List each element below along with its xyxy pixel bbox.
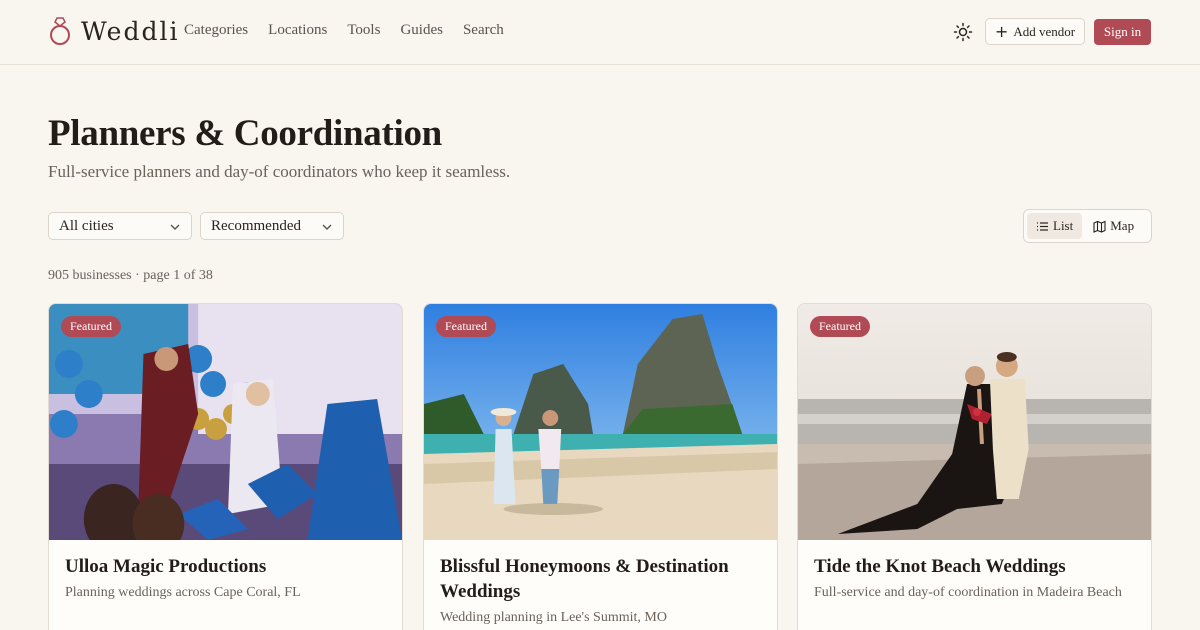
- vendor-name[interactable]: Ulloa Magic Productions: [65, 554, 386, 579]
- card-body: Ulloa Magic Productions Planning wedding…: [65, 554, 386, 601]
- page-subtitle: Full-service planners and day-of coordin…: [48, 162, 511, 181]
- card-body: Blissful Honeymoons & Destination Weddin…: [440, 554, 761, 626]
- list-view-button[interactable]: List: [1027, 213, 1083, 239]
- sign-in-button[interactable]: Sign in: [1094, 19, 1151, 45]
- result-count: 905 businesses · page 1 of 38: [48, 268, 213, 283]
- vendor-card[interactable]: Featured Ulloa Magic Productions Plannin…: [48, 303, 403, 630]
- nav-item-categories[interactable]: Categories: [184, 22, 248, 39]
- vendor-photo: [49, 304, 402, 540]
- vendor-name[interactable]: Blissful Honeymoons & Destination Weddin…: [440, 554, 761, 604]
- nav-item-guides[interactable]: Guides: [400, 22, 443, 39]
- sort-select[interactable]: Recommended: [200, 212, 344, 240]
- vendor-description: Planning weddings across Cape Coral, FL: [65, 585, 301, 600]
- logo[interactable]: Weddli: [48, 16, 179, 46]
- map-view-label: Map: [1110, 218, 1135, 233]
- site-header: Weddli Categories Locations Tools Guides…: [0, 0, 1200, 65]
- vendor-photo: [424, 304, 777, 540]
- view-toggle: List Map: [1023, 209, 1152, 243]
- main-nav: Categories Locations Tools Guides Search: [184, 22, 504, 39]
- vendor-description: Wedding planning in Lee's Summit, MO: [440, 610, 667, 625]
- nav-item-search[interactable]: Search: [463, 22, 504, 39]
- add-vendor-label: Add vendor: [1013, 23, 1076, 39]
- vendor-photo: [798, 304, 1151, 540]
- chevron-down-icon: [170, 224, 180, 230]
- featured-badge: Featured: [436, 316, 496, 337]
- list-view-label: List: [1053, 218, 1074, 233]
- city-select-value: All cities: [59, 217, 114, 234]
- page-title: Planners & Coordination: [48, 113, 442, 154]
- vendor-description: Full-service and day-of coordination in …: [814, 585, 1122, 600]
- add-vendor-button[interactable]: + Add vendor: [985, 18, 1085, 45]
- list-icon: [1037, 221, 1048, 231]
- featured-badge: Featured: [61, 316, 121, 337]
- theme-toggle-button[interactable]: [953, 22, 973, 42]
- vendor-card[interactable]: Featured Blissful Honeymoons & Destinati…: [423, 303, 778, 630]
- sort-select-value: Recommended: [211, 217, 301, 234]
- map-view-button[interactable]: Map: [1084, 213, 1143, 239]
- nav-item-tools[interactable]: Tools: [347, 22, 380, 39]
- chevron-down-icon: [322, 224, 332, 230]
- sun-icon: [953, 22, 973, 42]
- vendor-card[interactable]: Featured Tide the Knot Beach Weddings Fu…: [797, 303, 1152, 630]
- plus-icon: +: [994, 21, 1009, 41]
- brand-name: Weddli: [81, 16, 180, 46]
- map-icon: [1093, 220, 1106, 233]
- vendor-name[interactable]: Tide the Knot Beach Weddings: [814, 554, 1135, 579]
- city-select[interactable]: All cities: [48, 212, 192, 240]
- featured-badge: Featured: [810, 316, 870, 337]
- nav-item-locations[interactable]: Locations: [268, 22, 327, 39]
- ring-icon: [50, 17, 70, 45]
- card-body: Tide the Knot Beach Weddings Full-servic…: [814, 554, 1135, 601]
